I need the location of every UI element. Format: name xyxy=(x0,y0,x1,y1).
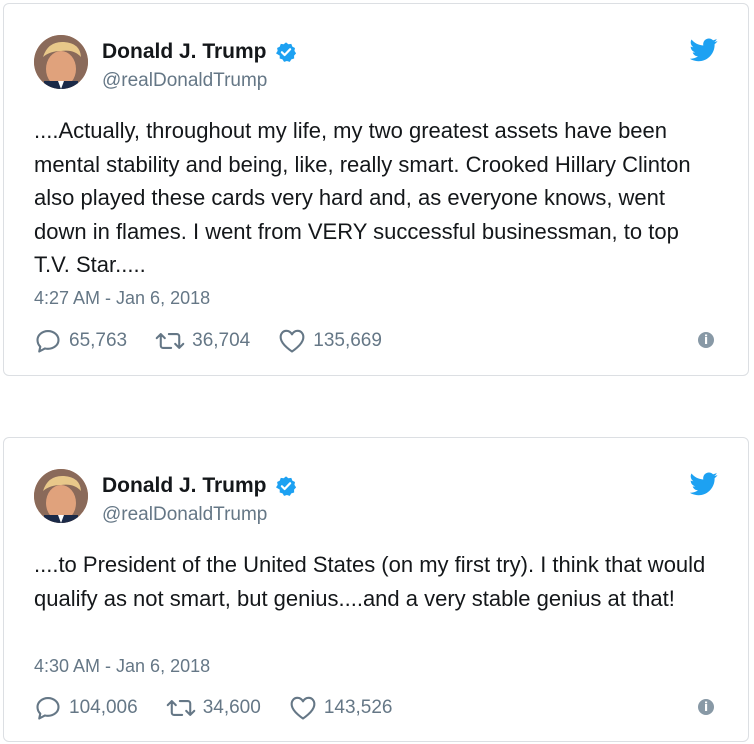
info-icon[interactable]: i xyxy=(698,699,714,715)
retweet-count: 34,600 xyxy=(202,697,261,718)
retweet-icon xyxy=(155,333,185,349)
tweet-card[interactable]: Donald J. Trump @realDonaldTrump ....Act… xyxy=(3,3,749,376)
info-icon[interactable]: i xyxy=(698,332,714,348)
like-button[interactable]: 143,526 xyxy=(289,695,393,721)
retweet-icon xyxy=(166,700,195,716)
reply-icon xyxy=(36,697,60,720)
reply-button[interactable]: 65,763 xyxy=(34,328,127,354)
avatar-image xyxy=(34,469,88,523)
avatar[interactable] xyxy=(34,35,88,89)
tweet-text: ....Actually, throughout my life, my two… xyxy=(34,118,691,277)
like-button[interactable]: 135,669 xyxy=(278,328,382,354)
like-count: 135,669 xyxy=(313,330,382,351)
tweet-actions: 65,763 36,704 135,669 xyxy=(34,328,410,354)
verified-badge-icon xyxy=(275,42,296,62)
author-handle[interactable]: @realDonaldTrump xyxy=(102,70,267,92)
reply-button[interactable]: 104,006 xyxy=(34,695,138,721)
tweet-text: ....to President of the United States (o… xyxy=(34,552,706,611)
avatar-image xyxy=(34,35,88,89)
retweet-button[interactable]: 34,600 xyxy=(166,696,261,720)
tweet-card[interactable]: Donald J. Trump @realDonaldTrump ....to … xyxy=(3,437,749,742)
like-count: 143,526 xyxy=(323,697,393,718)
heart-icon xyxy=(290,696,316,720)
avatar[interactable] xyxy=(34,469,88,523)
tweet-timestamp[interactable]: 4:30 AM - Jan 6, 2018 xyxy=(34,656,210,677)
retweet-count: 36,704 xyxy=(192,330,251,351)
tweet-timestamp[interactable]: 4:27 AM - Jan 6, 2018 xyxy=(34,288,210,309)
reply-count: 65,763 xyxy=(69,330,128,351)
author-handle[interactable]: @realDonaldTrump xyxy=(102,504,267,526)
heart-icon xyxy=(279,329,305,353)
tweet-actions: 104,006 34,600 143,526 xyxy=(34,695,421,721)
author-name[interactable]: Donald J. Trump xyxy=(102,40,297,64)
author-name[interactable]: Donald J. Trump xyxy=(102,474,297,498)
retweet-button[interactable]: 36,704 xyxy=(155,329,250,353)
verified-badge-icon xyxy=(275,476,296,496)
twitter-bird-icon[interactable] xyxy=(690,472,718,496)
reply-count: 104,006 xyxy=(69,697,138,718)
twitter-bird-icon[interactable] xyxy=(690,38,718,62)
reply-icon xyxy=(36,330,60,353)
